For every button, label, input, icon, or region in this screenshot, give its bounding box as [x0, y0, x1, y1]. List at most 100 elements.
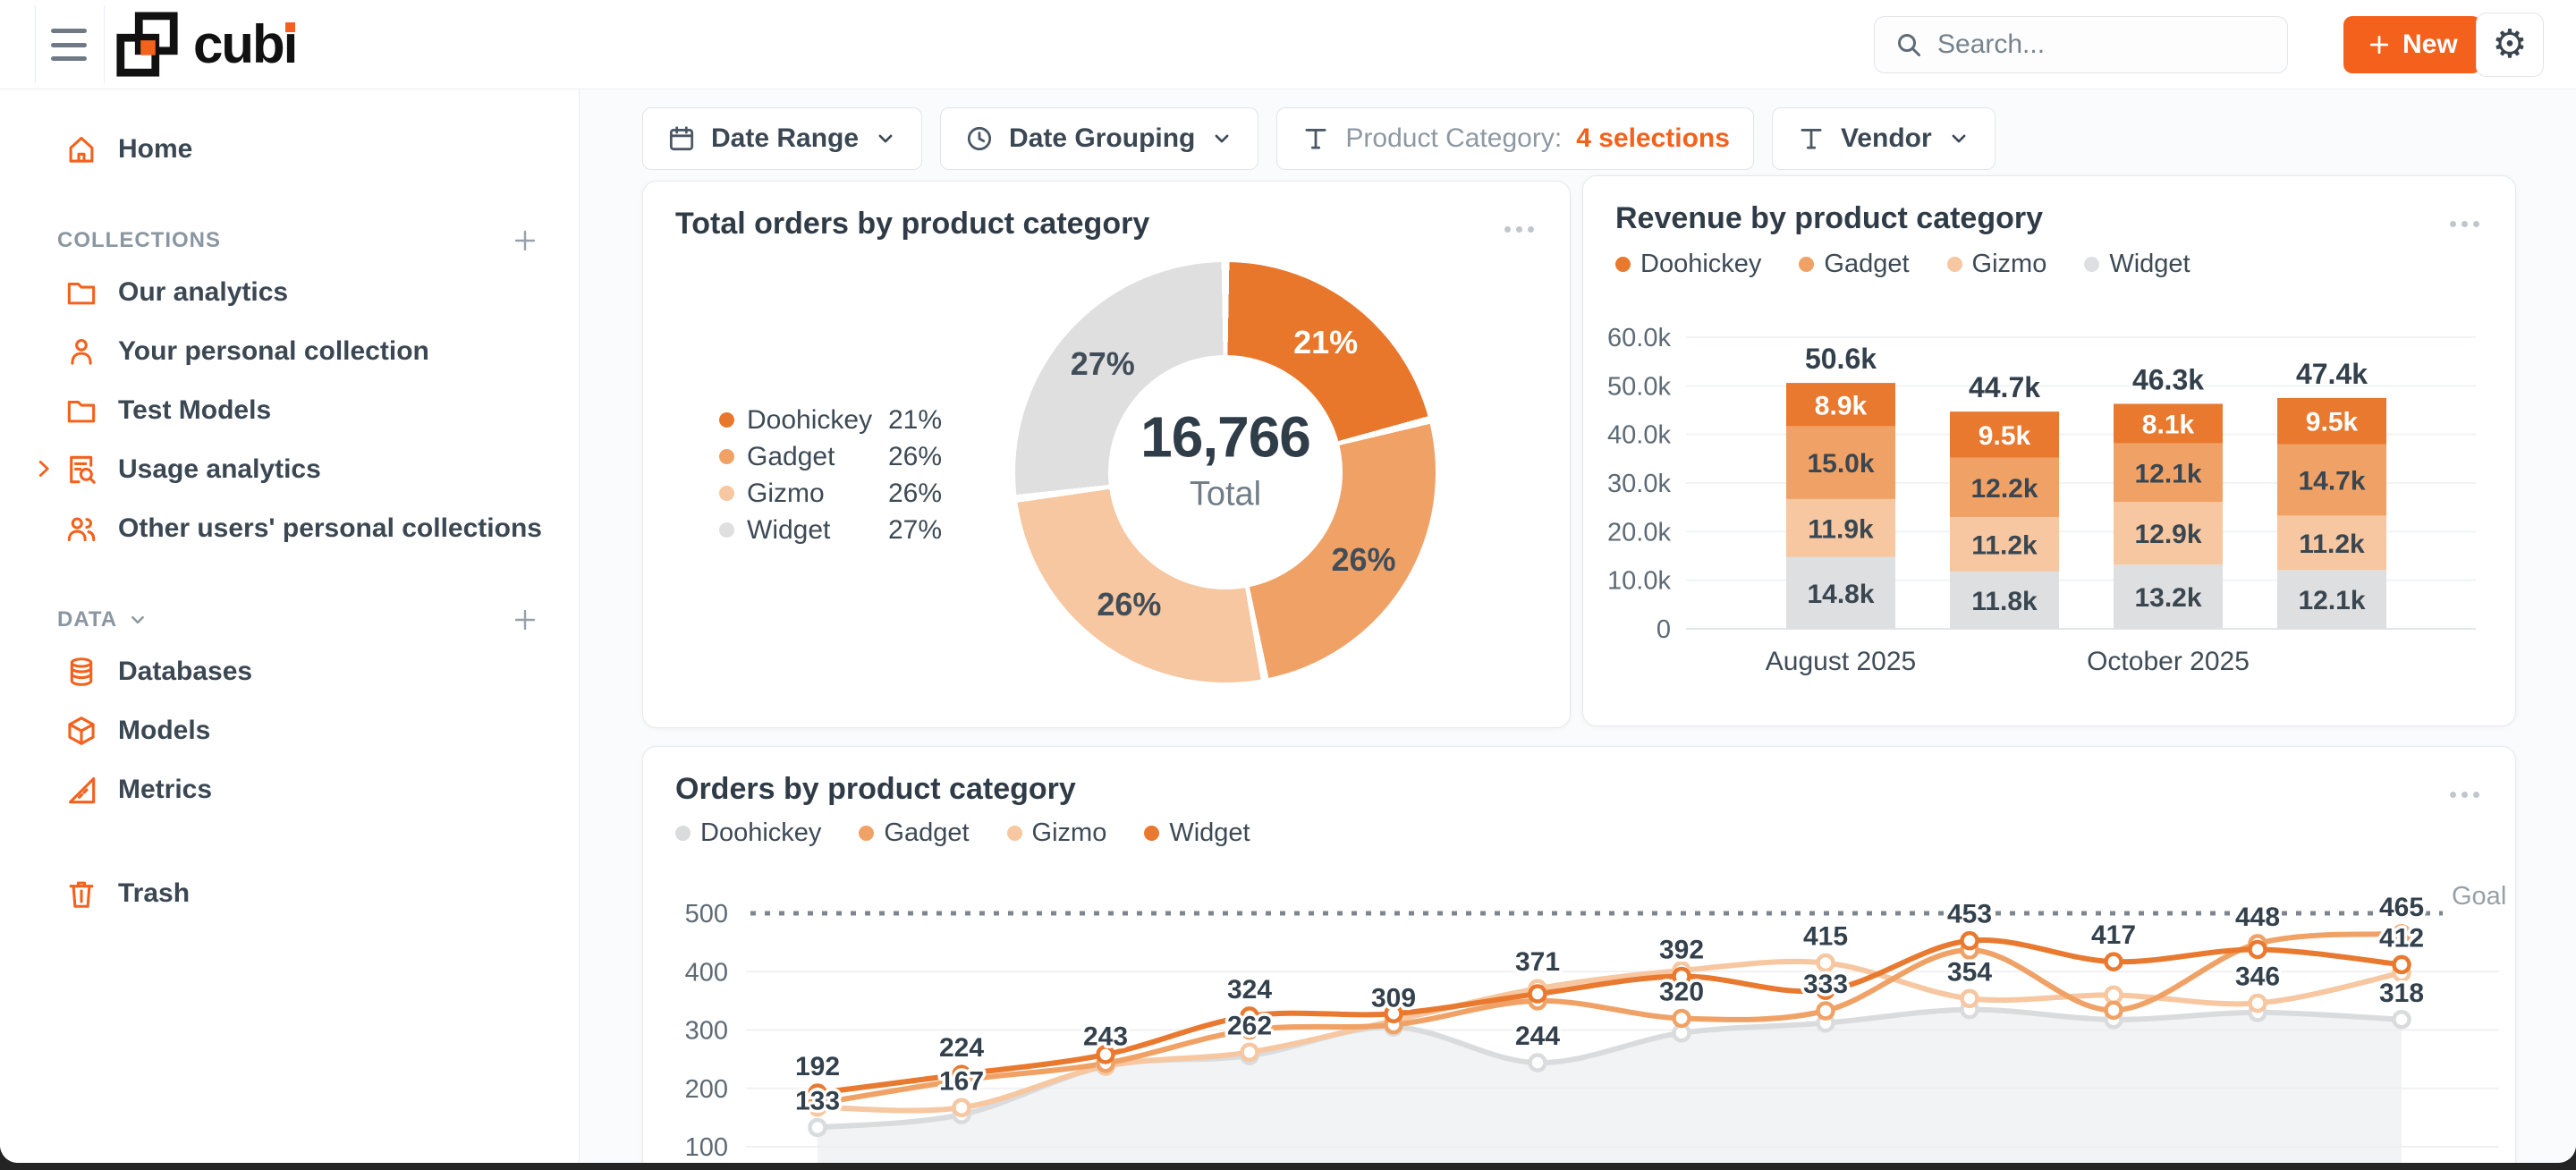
- filter-date-range[interactable]: Date Range: [642, 107, 922, 170]
- svg-text:167: 167: [939, 1066, 984, 1096]
- sidebar-item-metrics[interactable]: Metrics: [0, 760, 579, 819]
- svg-text:12.1k: 12.1k: [2298, 586, 2365, 615]
- svg-text:309: 309: [1371, 984, 1416, 1013]
- sidebar-item-databases[interactable]: Databases: [0, 642, 579, 701]
- svg-text:10.0k: 10.0k: [1607, 567, 1671, 596]
- svg-text:9.5k: 9.5k: [1979, 421, 2031, 451]
- legend-item-gadget[interactable]: Gadget26%: [719, 438, 942, 475]
- card-title: Total orders by product category: [675, 207, 1149, 242]
- logo-wordmark: cubı: [193, 18, 296, 72]
- filter-value: 4 selections: [1576, 123, 1730, 154]
- donut-legend: Doohickey21%Gadget26%Gizmo26%Widget27%: [719, 402, 942, 548]
- people-icon: [64, 512, 98, 546]
- new-button-label: New: [2402, 30, 2458, 60]
- svg-text:47.4k: 47.4k: [2296, 358, 2368, 390]
- sidebar-toggle-button[interactable]: [51, 29, 87, 61]
- svg-text:14.7k: 14.7k: [2298, 466, 2365, 496]
- svg-text:October 2025: October 2025: [2087, 647, 2250, 676]
- svg-text:8.9k: 8.9k: [1815, 391, 1868, 420]
- search-icon: [1894, 30, 1923, 59]
- svg-text:318: 318: [2379, 979, 2424, 1008]
- trash-icon: [64, 877, 98, 911]
- add-collections-button[interactable]: [511, 226, 539, 255]
- svg-text:11.2k: 11.2k: [1971, 530, 2038, 560]
- sidebar-item-test-models[interactable]: Test Models: [0, 381, 579, 440]
- logo-i-dot: [285, 22, 295, 32]
- svg-text:392: 392: [1659, 935, 1704, 964]
- calendar-icon: [666, 123, 697, 154]
- legend-item-doohickey[interactable]: Doohickey21%: [719, 402, 942, 438]
- gear-icon: ⚙: [2492, 25, 2527, 64]
- app-header: cubı Search... New ⚙: [0, 0, 2576, 89]
- orders-line-chart[interactable]: 500400300200100Goal133244318167262371415…: [643, 747, 2515, 1163]
- svg-text:448: 448: [2235, 903, 2280, 932]
- sidebar: Home COLLECTIONSOur analyticsYour persona…: [0, 89, 580, 1163]
- svg-text:371: 371: [1515, 947, 1560, 977]
- svg-text:200: 200: [685, 1075, 728, 1104]
- card-revenue-by-product-category: Revenue by product category DoohickeyGad…: [1582, 175, 2516, 726]
- filter-vendor[interactable]: Vendor: [1772, 107, 1996, 170]
- slice-label-doohickey: 21%: [1293, 324, 1358, 361]
- sidebar-item-our-analytics[interactable]: Our analytics: [0, 263, 579, 322]
- svg-text:15.0k: 15.0k: [1807, 449, 1874, 479]
- main-content: Date Range Date Grouping Product Category:…: [580, 89, 2576, 1163]
- textT-icon: [1301, 123, 1331, 154]
- svg-text:224: 224: [939, 1033, 984, 1063]
- sidebar-item-your-personal-collection[interactable]: Your personal collection: [0, 322, 579, 381]
- sidebar-section-data: DATA: [0, 598, 579, 642]
- svg-text:40.0k: 40.0k: [1607, 421, 1671, 450]
- sidebar-section-collections: COLLECTIONS: [0, 218, 579, 263]
- svg-text:12.2k: 12.2k: [1970, 474, 2038, 504]
- svg-text:354: 354: [1947, 957, 1992, 987]
- svg-text:11.2k: 11.2k: [2299, 530, 2365, 559]
- settings-button[interactable]: ⚙: [2476, 13, 2544, 77]
- filter-date-grouping[interactable]: Date Grouping: [940, 107, 1258, 170]
- app-logo[interactable]: cubı: [114, 13, 296, 77]
- search-placeholder: Search...: [1937, 30, 2045, 60]
- revenue-stacked-bar-chart[interactable]: 60.0k50.0k40.0k30.0k20.0k10.0k014.8k11.9…: [1583, 176, 2515, 725]
- svg-text:13.2k: 13.2k: [2134, 583, 2201, 613]
- house-icon: [64, 132, 98, 166]
- header-divider: [104, 5, 105, 83]
- svg-text:20.0k: 20.0k: [1607, 518, 1671, 547]
- sidebar-item-other-users-personal-collections[interactable]: Other users' personal collections: [0, 499, 579, 558]
- donut-total-label: Total: [1140, 476, 1310, 514]
- add-data-button[interactable]: [511, 606, 539, 634]
- plus-icon: [2367, 32, 2392, 57]
- svg-text:12.9k: 12.9k: [2134, 520, 2201, 549]
- chevron-down-icon: [873, 126, 898, 151]
- person-icon: [64, 335, 98, 369]
- slice-label-gizmo: 26%: [1097, 586, 1161, 623]
- chevron-down-icon[interactable]: [126, 608, 149, 632]
- header-divider: [35, 5, 36, 83]
- textT-icon: [1796, 123, 1826, 154]
- svg-text:46.3k: 46.3k: [2132, 363, 2204, 395]
- sidebar-item-usage-analytics[interactable]: Usage analytics: [0, 440, 579, 499]
- svg-text:44.7k: 44.7k: [1969, 371, 2040, 403]
- svg-text:400: 400: [685, 958, 728, 987]
- legend-item-widget[interactable]: Widget27%: [719, 512, 942, 548]
- card-menu-button[interactable]: [1499, 221, 1539, 238]
- legend-item-gizmo[interactable]: Gizmo26%: [719, 475, 942, 512]
- svg-text:412: 412: [2379, 923, 2424, 953]
- chevron-down-icon: [1946, 126, 1971, 151]
- filter-bar: Date Range Date Grouping Product Category:…: [642, 107, 1996, 172]
- svg-text:346: 346: [2235, 962, 2280, 991]
- sidebar-item-home[interactable]: Home: [0, 120, 579, 179]
- app-window: cubı Search... New ⚙ Home COLLECTIONSOur …: [0, 0, 2576, 1163]
- new-button[interactable]: New: [2343, 16, 2481, 73]
- svg-text:262: 262: [1227, 1011, 1272, 1040]
- chevron-right-icon[interactable]: [30, 455, 57, 482]
- sidebar-item-models[interactable]: Models: [0, 701, 579, 760]
- svg-text:300: 300: [685, 1017, 728, 1046]
- svg-text:465: 465: [2379, 893, 2424, 922]
- ruler-icon: [64, 773, 98, 807]
- cube-icon: [64, 714, 98, 748]
- folder-icon: [64, 276, 98, 309]
- svg-text:12.1k: 12.1k: [2134, 459, 2201, 488]
- filter-product-category[interactable]: Product Category:4 selections: [1276, 107, 1754, 170]
- search-input[interactable]: Search...: [1874, 16, 2288, 73]
- logo-mark-icon: [114, 12, 181, 78]
- donut-center: 16,766 Total: [1140, 404, 1310, 514]
- sidebar-item-trash[interactable]: Trash: [0, 864, 579, 923]
